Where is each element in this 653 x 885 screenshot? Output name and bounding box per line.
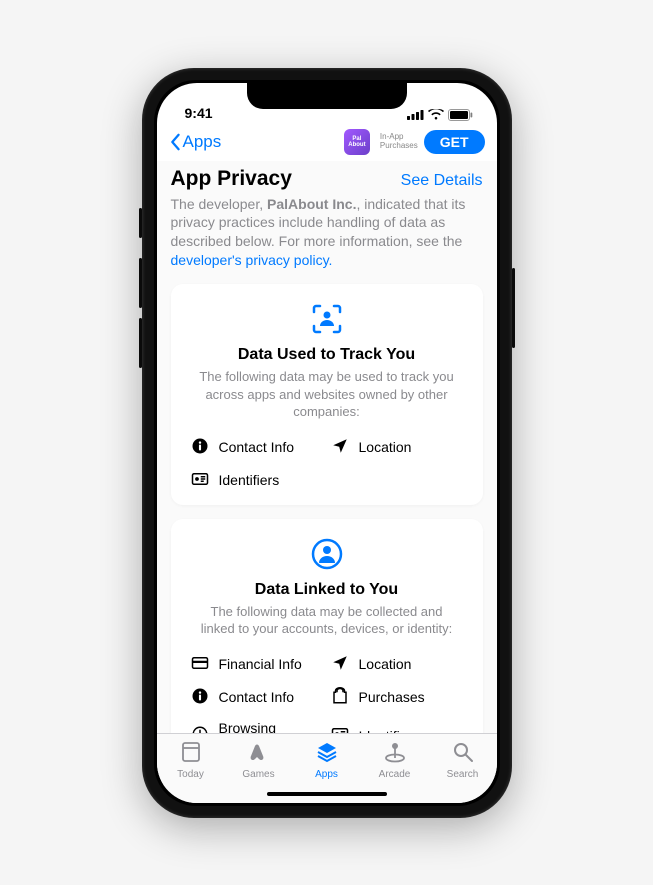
get-button[interactable]: GET (424, 130, 485, 154)
track-icon (187, 302, 467, 336)
signal-icon (407, 109, 424, 120)
page-title: App Privacy (171, 167, 292, 191)
apps-icon (315, 740, 339, 767)
iap-label: In-App Purchases (380, 133, 418, 151)
data-item-identifiers: Identifiers (191, 470, 323, 491)
purchases-icon (331, 687, 349, 708)
info-icon (191, 687, 209, 708)
content: App Privacy See Details The developer, P… (157, 161, 497, 733)
nav-bar: Apps Pal About In-App Purchases GET (157, 123, 497, 161)
wifi-icon (428, 109, 444, 120)
data-item-location: Location (331, 654, 463, 675)
card-desc: The following data may be used to track … (187, 368, 467, 421)
tab-label: Arcade (379, 769, 411, 780)
arcade-icon (383, 740, 407, 767)
data-item-info: Contact Info (191, 687, 323, 708)
tab-search[interactable]: Search (429, 740, 497, 803)
app-icon[interactable]: Pal About (344, 129, 370, 155)
tab-label: Apps (315, 769, 338, 780)
identifiers-icon (191, 470, 209, 491)
data-item-location: Location (331, 437, 463, 458)
privacy-policy-link[interactable]: developer's privacy policy. (171, 252, 333, 268)
data-item-label: Location (359, 656, 412, 672)
tab-label: Search (447, 769, 479, 780)
back-button[interactable]: Apps (169, 132, 222, 152)
data-item-financial: Financial Info (191, 654, 323, 675)
data-item-label: Contact Info (219, 689, 295, 705)
linked-card: Data Linked to You The following data ma… (171, 519, 483, 733)
data-item-label: Purchases (359, 689, 425, 705)
data-item-label: Identifiers (219, 472, 280, 488)
tab-today[interactable]: Today (157, 740, 225, 803)
track-card: Data Used to Track You The following dat… (171, 284, 483, 505)
back-label: Apps (183, 132, 222, 152)
data-item-purchases: Purchases (331, 687, 463, 708)
linked-icon (187, 537, 467, 571)
battery-icon (448, 109, 473, 121)
location-icon (331, 654, 349, 675)
today-icon (179, 740, 203, 767)
see-details-link[interactable]: See Details (401, 172, 483, 190)
tab-label: Games (242, 769, 274, 780)
tab-label: Today (177, 769, 204, 780)
history-icon (191, 725, 209, 732)
card-desc: The following data may be collected and … (187, 603, 467, 638)
info-icon (191, 437, 209, 458)
data-item-label: Location (359, 439, 412, 455)
identifiers-icon (331, 725, 349, 732)
search-icon (451, 740, 475, 767)
privacy-description: The developer, PalAbout Inc., indicated … (171, 195, 483, 271)
games-icon (247, 740, 271, 767)
home-indicator[interactable] (267, 792, 387, 796)
financial-icon (191, 654, 209, 675)
data-item-label: Financial Info (219, 656, 302, 672)
data-item-info: Contact Info (191, 437, 323, 458)
data-item-history: Browsing History (191, 720, 323, 733)
status-time: 9:41 (185, 105, 213, 121)
chevron-left-icon (169, 133, 181, 151)
card-title: Data Used to Track You (187, 346, 467, 364)
card-title: Data Linked to You (187, 581, 467, 599)
data-item-identifiers: Identifiers (331, 720, 463, 733)
data-item-label: Contact Info (219, 439, 295, 455)
data-item-label: Browsing History (219, 720, 323, 733)
location-icon (331, 437, 349, 458)
